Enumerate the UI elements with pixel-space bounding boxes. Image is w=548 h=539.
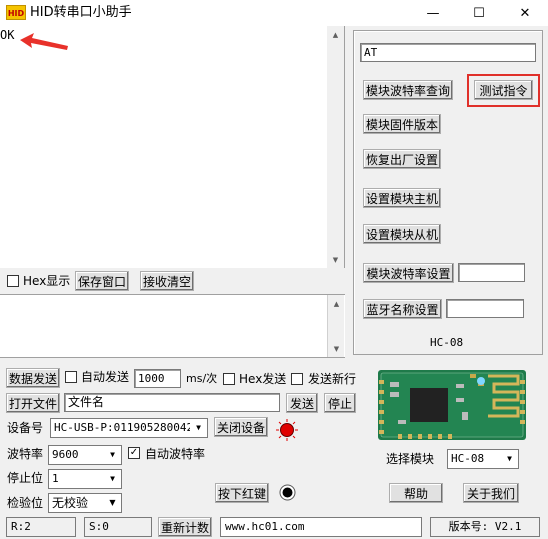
app-logo-icon: HID <box>6 5 26 20</box>
stop-button[interactable]: 停止 <box>324 393 356 413</box>
auto-send-checkbox[interactable] <box>65 371 77 383</box>
open-file-button[interactable]: 打开文件 <box>6 393 60 413</box>
help-button[interactable]: 帮助 <box>389 483 443 503</box>
send-file-button[interactable]: 发送 <box>286 393 318 413</box>
status-led-icon <box>276 419 298 441</box>
hex-send-label: Hex发送 <box>239 372 287 386</box>
baud-set-input[interactable] <box>458 263 525 282</box>
tx-count: S:0 <box>84 517 152 537</box>
hex-send-checkbox[interactable] <box>223 373 235 385</box>
send-scrollbar[interactable]: ▲ ▼ <box>327 295 344 357</box>
interval-input[interactable]: 1000 <box>134 369 181 388</box>
minimize-button[interactable]: — <box>410 0 456 26</box>
black-dot-icon <box>279 484 296 501</box>
stop-bits-select[interactable]: 1 ▼ <box>48 469 122 489</box>
receive-text: OK <box>0 28 15 42</box>
about-button[interactable]: 关于我们 <box>463 483 519 503</box>
interval-unit-label: ms/次 <box>186 372 218 385</box>
parity-label: 检验位 <box>7 496 44 510</box>
parity-value: 无校验 <box>52 496 89 510</box>
module-select[interactable]: HC-08 ▼ <box>447 449 519 469</box>
baud-query-button[interactable]: 模块波特率查询 <box>363 80 453 100</box>
stop-bits-label: 停止位 <box>7 471 44 485</box>
bt-name-set-button[interactable]: 蓝牙名称设置 <box>363 299 442 319</box>
baud-value: 9600 <box>52 448 79 461</box>
chevron-down-icon[interactable]: ▼ <box>104 494 121 512</box>
send-newline-checkbox[interactable] <box>291 373 303 385</box>
maximize-button[interactable]: ☐ <box>456 0 502 26</box>
close-device-button[interactable]: 关闭设备 <box>214 417 268 437</box>
baud-set-button[interactable]: 模块波特率设置 <box>363 263 454 283</box>
module-name-label: HC-08 <box>430 336 464 349</box>
hex-display-label: Hex显示 <box>23 274 71 288</box>
website-field: www.hc01.com <box>220 517 422 537</box>
scroll-up-icon[interactable]: ▲ <box>327 26 344 43</box>
auto-baud-label: 自动波特率 <box>145 447 206 461</box>
annotation-arrow-icon <box>20 33 68 50</box>
send-newline-label: 发送新行 <box>308 372 357 386</box>
device-label: 设备号 <box>7 421 44 435</box>
command-input[interactable]: AT <box>360 43 536 62</box>
baud-select[interactable]: 9600 ▼ <box>48 445 122 465</box>
close-button[interactable]: ✕ <box>502 0 548 26</box>
save-window-button[interactable]: 保存窗口 <box>75 271 129 291</box>
file-name-input[interactable]: 文件名 <box>64 393 280 412</box>
scroll-up-icon[interactable]: ▲ <box>328 295 345 312</box>
bt-name-input[interactable] <box>446 299 524 318</box>
chevron-down-icon[interactable]: ▼ <box>104 446 121 464</box>
send-textarea[interactable]: ▲ ▼ <box>0 294 345 358</box>
device-select[interactable]: HC-USB-P:011905280042 ▼ <box>50 418 208 438</box>
receive-scrollbar[interactable]: ▲ ▼ <box>327 26 344 268</box>
set-master-button[interactable]: 设置模块主机 <box>363 188 441 208</box>
stop-bits-value: 1 <box>52 472 59 485</box>
parity-select[interactable]: 无校验 ▼ <box>48 493 122 513</box>
firmware-version-button[interactable]: 模块固件版本 <box>363 114 441 134</box>
recount-button[interactable]: 重新计数 <box>158 517 212 537</box>
scroll-down-icon[interactable]: ▼ <box>328 340 345 357</box>
version-label: 版本号: V2.1 <box>430 517 540 537</box>
test-command-button[interactable]: 测试指令 <box>474 80 533 100</box>
send-data-button[interactable]: 数据发送 <box>6 368 60 388</box>
module-board-image <box>378 370 526 440</box>
receive-textarea[interactable]: OK ▲ ▼ <box>0 26 345 268</box>
device-value: HC-USB-P:011905280042 <box>54 421 194 434</box>
window-title: HID转串口小助手 <box>30 5 132 20</box>
chevron-down-icon[interactable]: ▼ <box>190 419 207 437</box>
auto-send-label: 自动发送 <box>81 370 130 384</box>
set-slave-button[interactable]: 设置模块从机 <box>363 224 441 244</box>
auto-baud-checkbox[interactable]: ✓ <box>128 447 140 459</box>
title-bar: HID HID转串口小助手 — ☐ ✕ <box>0 0 548 26</box>
command-panel: AT 模块波特率查询 测试指令 模块固件版本 恢复出厂设置 设置模块主机 设置模… <box>353 30 543 355</box>
factory-reset-button[interactable]: 恢复出厂设置 <box>363 149 441 169</box>
chevron-down-icon[interactable]: ▼ <box>104 470 121 488</box>
module-select-value: HC-08 <box>451 452 485 465</box>
chevron-down-icon[interactable]: ▼ <box>501 450 518 468</box>
hex-display-checkbox[interactable] <box>7 275 19 287</box>
press-red-button[interactable]: 按下红键 <box>215 483 269 503</box>
rx-count: R:2 <box>6 517 76 537</box>
select-module-label: 选择模块 <box>386 452 435 466</box>
scroll-down-icon[interactable]: ▼ <box>327 251 344 268</box>
baud-label: 波特率 <box>7 447 44 461</box>
clear-receive-button[interactable]: 接收清空 <box>140 271 194 291</box>
